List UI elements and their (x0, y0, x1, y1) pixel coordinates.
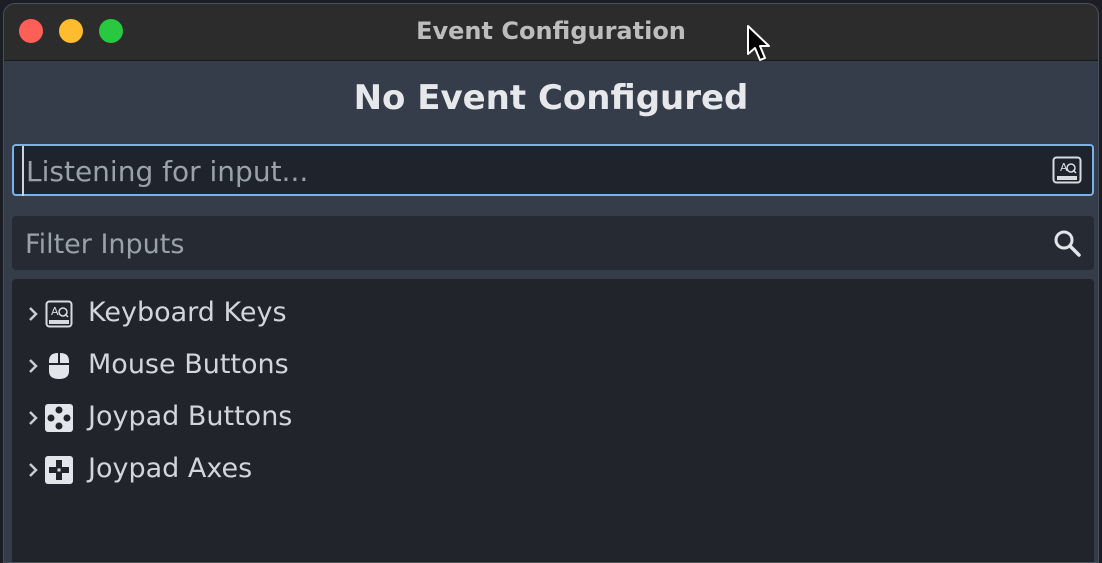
keyboard-icon: A (45, 300, 73, 328)
event-configuration-window: Event Configuration No Event Configured … (3, 3, 1099, 563)
mouse-icon (49, 353, 69, 379)
listen-input[interactable] (22, 146, 1048, 196)
svg-text:A: A (51, 305, 59, 318)
tree-item-label: Joypad Axes (88, 453, 253, 484)
listen-for-input-field[interactable]: A (12, 144, 1094, 196)
event-status-heading: No Event Configured (353, 78, 749, 118)
title-bar[interactable]: Event Configuration (4, 4, 1098, 61)
joypad-axes-icon (45, 456, 73, 484)
filter-inputs-input[interactable] (23, 216, 1027, 272)
tree-item-joypad-axes[interactable]: Joypad Axes (12, 445, 1094, 495)
filter-inputs-field[interactable] (12, 216, 1094, 272)
tree-item-mouse-buttons[interactable]: Mouse Buttons (12, 341, 1094, 391)
search-icon (1054, 230, 1081, 257)
chevron-right-icon[interactable] (26, 356, 40, 376)
tree-item-joypad-buttons[interactable]: Joypad Buttons (12, 393, 1094, 443)
chevron-right-icon[interactable] (26, 460, 40, 480)
keyboard-icon[interactable]: A (1052, 156, 1082, 184)
input-type-tree: A Keyboard Keys Mouse Buttons Joypad But… (12, 279, 1094, 562)
chevron-right-icon[interactable] (26, 408, 40, 428)
chevron-right-icon[interactable] (26, 304, 40, 324)
window-title: Event Configuration (416, 17, 686, 45)
tree-item-label: Mouse Buttons (88, 349, 289, 380)
tree-item-label: Keyboard Keys (88, 297, 287, 328)
joypad-buttons-icon (45, 404, 73, 432)
tree-item-keyboard-keys[interactable]: A Keyboard Keys (12, 289, 1094, 339)
tree-item-label: Joypad Buttons (88, 401, 293, 432)
mouse-pointer-icon (747, 25, 770, 61)
